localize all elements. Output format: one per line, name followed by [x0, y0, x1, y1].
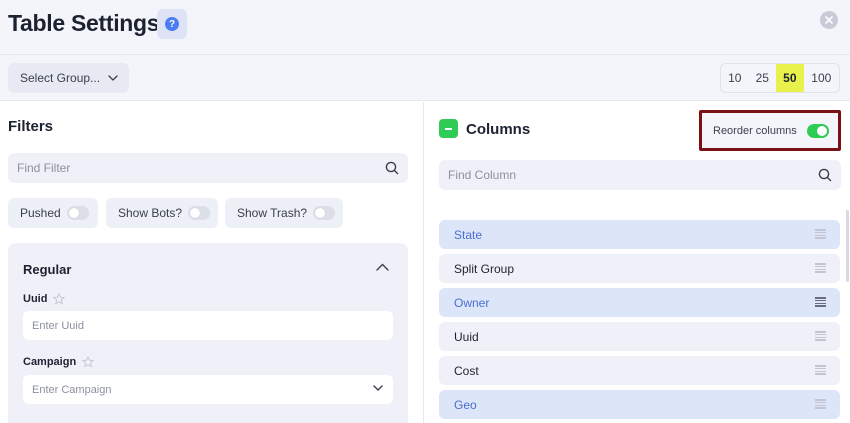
chevron-up-icon[interactable] — [376, 263, 389, 271]
show-trash-switch[interactable] — [313, 206, 336, 220]
find-filter-placeholder: Find Filter — [17, 161, 71, 175]
column-item-label: State — [454, 227, 483, 242]
column-item-state[interactable]: State — [439, 220, 840, 249]
page-size-50[interactable]: 50 — [776, 64, 804, 92]
reorder-columns-switch[interactable] — [807, 124, 829, 138]
search-icon — [818, 168, 832, 182]
uuid-placeholder: Enter Uuid — [32, 319, 84, 332]
close-icon — [825, 16, 833, 24]
reorder-columns-toggle[interactable]: Reorder columns — [699, 110, 841, 151]
column-item-geo[interactable]: Geo — [439, 390, 840, 419]
drag-handle-icon[interactable] — [815, 297, 826, 307]
columns-title: Columns — [466, 121, 531, 138]
uuid-label-text: Uuid — [23, 293, 48, 305]
pushed-toggle[interactable]: Pushed — [8, 198, 98, 228]
column-item-label: Split Group — [454, 261, 515, 276]
help-button[interactable]: ? — [157, 9, 187, 39]
columns-scrollbar[interactable] — [846, 210, 849, 282]
page-size-25[interactable]: 25 — [749, 64, 777, 92]
campaign-placeholder: Enter Campaign — [32, 383, 112, 396]
filters-title: Filters — [8, 118, 54, 135]
drag-handle-icon[interactable] — [815, 331, 826, 341]
reorder-columns-label: Reorder columns — [713, 124, 797, 137]
close-button[interactable] — [820, 11, 838, 29]
drag-handle-icon[interactable] — [815, 365, 826, 375]
find-column-placeholder: Find Column — [448, 168, 517, 182]
star-icon[interactable] — [53, 293, 66, 305]
table-settings-modal: Table Settings ? Select Group... 10 25 5… — [0, 0, 850, 423]
search-icon — [385, 161, 399, 175]
regular-section-title: Regular — [23, 262, 72, 277]
question-icon: ? — [165, 17, 179, 31]
show-trash-label: Show Trash? — [237, 206, 308, 220]
find-filter-input[interactable]: Find Filter — [8, 153, 408, 183]
show-bots-label: Show Bots? — [118, 206, 183, 220]
select-group-dropdown[interactable]: Select Group... — [8, 63, 129, 93]
column-item-label: Uuid — [454, 329, 479, 344]
column-item-split-group[interactable]: Split Group — [439, 254, 840, 283]
uuid-input[interactable]: Enter Uuid — [23, 311, 393, 340]
chevron-down-icon — [108, 75, 118, 81]
campaign-field-label: Campaign — [23, 356, 95, 368]
pushed-switch[interactable] — [66, 206, 89, 220]
find-column-input[interactable]: Find Column — [439, 160, 841, 190]
show-bots-switch[interactable] — [188, 206, 211, 220]
select-group-label: Select Group... — [20, 71, 101, 85]
filters-panel: Filters Find Filter Pushed Show Bots? Sh… — [0, 102, 424, 423]
drag-handle-icon[interactable] — [815, 229, 826, 239]
chevron-down-icon — [373, 385, 383, 391]
column-item-label: Geo — [454, 397, 477, 412]
pushed-label: Pushed — [20, 206, 61, 220]
columns-panel: Columns Reorder columns Find Column Stat… — [425, 102, 850, 423]
column-item-owner[interactable]: Owner — [439, 288, 840, 317]
minus-icon — [445, 127, 452, 130]
show-trash-toggle[interactable]: Show Trash? — [225, 198, 343, 228]
toolbar: Select Group... 10 25 50 100 — [0, 55, 850, 101]
drag-handle-icon[interactable] — [815, 399, 826, 409]
regular-filter-section: Regular Uuid Enter Uuid Campaign Enter C… — [8, 243, 408, 423]
page-size-10[interactable]: 10 — [721, 64, 749, 92]
page-size-selector: 10 25 50 100 — [720, 63, 840, 93]
campaign-select[interactable]: Enter Campaign — [23, 375, 393, 404]
drag-handle-icon[interactable] — [815, 263, 826, 273]
page-size-100[interactable]: 100 — [804, 64, 839, 92]
column-item-label: Owner — [454, 295, 490, 310]
column-item-label: Cost — [454, 363, 479, 378]
star-icon[interactable] — [82, 356, 95, 368]
show-bots-toggle[interactable]: Show Bots? — [106, 198, 218, 228]
uuid-field-label: Uuid — [23, 293, 66, 305]
modal-header: Table Settings ? — [0, 0, 850, 55]
column-item-cost[interactable]: Cost — [439, 356, 840, 385]
page-title: Table Settings — [8, 10, 160, 36]
column-item-uuid[interactable]: Uuid — [439, 322, 840, 351]
campaign-label-text: Campaign — [23, 356, 77, 368]
toggle-all-columns-checkbox[interactable] — [439, 119, 458, 138]
